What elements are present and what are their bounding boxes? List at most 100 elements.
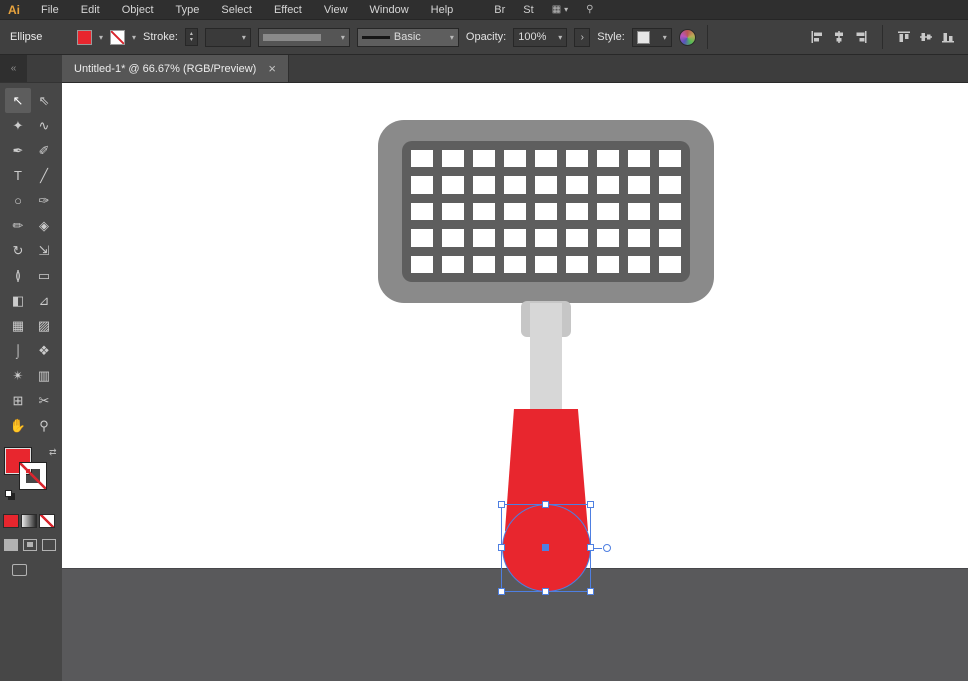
opacity-value: 100% (518, 31, 547, 43)
selection-center-point[interactable] (542, 544, 549, 551)
selection-handle-e[interactable] (587, 544, 594, 551)
align-vertical-top-button[interactable] (894, 27, 914, 47)
selection-tool[interactable]: ↖ (5, 88, 31, 113)
perspective-grid-tool[interactable]: ⊿ (31, 288, 57, 313)
stroke-proxy-swatch[interactable] (19, 462, 47, 490)
width-profile-dropdown[interactable]: ▾ (257, 27, 350, 47)
free-transform-tool[interactable]: ▭ (31, 263, 57, 288)
stock-button[interactable]: St (523, 4, 533, 16)
column-graph-tool[interactable]: ▥ (31, 363, 57, 388)
brush-name: Basic (393, 31, 421, 43)
selection-handle-se[interactable] (587, 588, 594, 595)
masher-grid-shape[interactable] (402, 141, 690, 282)
draw-inside-icon[interactable] (42, 539, 56, 551)
default-fill-stroke-icon[interactable] (5, 490, 12, 497)
menu-window[interactable]: Window (359, 4, 420, 16)
handle-shaft-shape[interactable] (530, 303, 562, 413)
selection-handle-s[interactable] (542, 588, 549, 595)
grid-cell (659, 202, 681, 221)
zoom-tool[interactable]: ⚲ (31, 413, 57, 438)
scale-tool[interactable]: ⇲ (31, 238, 57, 263)
type-tool[interactable]: T (5, 163, 31, 188)
opacity-label[interactable]: Opacity: (466, 31, 506, 43)
menu-list: File Edit Object Type Select Effect View Window… (30, 4, 464, 16)
brush-definition-dropdown[interactable]: Basic ▾ (356, 27, 459, 47)
align-horizontal-center-button[interactable] (829, 27, 849, 47)
selection-handle-n[interactable] (542, 501, 549, 508)
spinner-down-icon[interactable]: ▾ (190, 37, 193, 43)
align-horizontal-right-button[interactable] (851, 27, 871, 47)
magic-wand-tool[interactable]: ✦ (5, 113, 31, 138)
artboard-tool[interactable]: ⊞ (5, 388, 31, 413)
selection-handle-w[interactable] (498, 544, 505, 551)
menu-type[interactable]: Type (165, 4, 211, 16)
draw-normal-icon[interactable] (4, 539, 18, 551)
selection-handle-nw[interactable] (498, 501, 505, 508)
grid-cell (411, 150, 433, 168)
masher-head-shape[interactable] (378, 120, 714, 303)
search-icon[interactable]: ⚲ (586, 4, 593, 15)
workspace-switcher-button[interactable]: ▦ ▾ (552, 4, 568, 15)
width-profile-preview (262, 33, 321, 41)
ellipse-tool[interactable]: ○ (5, 188, 31, 213)
mesh-tool[interactable]: ▦ (5, 313, 31, 338)
screen-mode-icon[interactable] (12, 564, 27, 576)
none-button[interactable] (39, 514, 55, 528)
draw-behind-icon[interactable] (23, 539, 37, 551)
align-horizontal-left-button[interactable] (807, 27, 827, 47)
fill-caret-icon[interactable]: ▾ (99, 33, 103, 42)
bridge-button[interactable]: Br (494, 4, 505, 16)
pen-tool[interactable]: ✒ (5, 138, 31, 163)
align-vertical-center-button[interactable] (916, 27, 936, 47)
stroke-weight-dropdown[interactable]: ▾ (204, 27, 251, 47)
recolor-artwork-icon[interactable] (678, 28, 696, 46)
rotate-tool[interactable]: ↻ (5, 238, 31, 263)
gradient-button[interactable] (21, 514, 37, 528)
stroke-weight-stepper[interactable]: ▴ ▾ (184, 28, 198, 46)
opacity-dropdown[interactable]: 100% ▾ (513, 27, 568, 47)
tool-list: ↖ ⇖ ✦ ∿ ✒ ✐ T ╱ ○ ✑ ✏ ◈ ↻ ⇲ ≬ ▭ ◧ ⊿ ▦ ▨ ⌡ ❖ ✴ ▥ ⊞ ✂ ✋ ⚲ (0, 88, 62, 438)
document-tab[interactable]: Untitled-1* @ 66.67% (RGB/Preview) × (62, 55, 289, 82)
graphic-style-dropdown[interactable]: ▾ (631, 27, 672, 47)
stroke-label[interactable]: Stroke: (143, 31, 178, 43)
panel-expand-button[interactable]: › (574, 27, 591, 47)
menu-object[interactable]: Object (111, 4, 165, 16)
eyedropper-tool[interactable]: ⌡ (5, 338, 31, 363)
gradient-tool[interactable]: ▨ (31, 313, 57, 338)
direct-selection-tool[interactable]: ⇖ (31, 88, 57, 113)
menu-file[interactable]: File (30, 4, 70, 16)
swap-fill-stroke-icon[interactable]: ⇄ (49, 447, 57, 458)
stroke-color-swatch[interactable] (110, 29, 126, 45)
collapse-panel-icon[interactable]: « (0, 55, 27, 82)
blend-tool[interactable]: ❖ (31, 338, 57, 363)
line-segment-tool[interactable]: ╱ (31, 163, 57, 188)
grid-cell (504, 229, 526, 247)
grid-cell (411, 202, 433, 221)
menu-select[interactable]: Select (210, 4, 263, 16)
paintbrush-tool[interactable]: ✑ (31, 188, 57, 213)
close-tab-icon[interactable]: × (268, 61, 276, 76)
color-button[interactable] (3, 514, 19, 528)
grid-cell (659, 176, 681, 194)
selection-handle-sw[interactable] (498, 588, 505, 595)
canvas[interactable] (62, 83, 968, 681)
align-vertical-bottom-button[interactable] (938, 27, 958, 47)
slice-tool[interactable]: ✂ (31, 388, 57, 413)
menu-help[interactable]: Help (420, 4, 465, 16)
symbol-sprayer-tool[interactable]: ✴ (5, 363, 31, 388)
grid-cell (535, 229, 557, 247)
pencil-tool[interactable]: ✏ (5, 213, 31, 238)
selection-handle-ne[interactable] (587, 501, 594, 508)
shaper-tool[interactable]: ◈ (31, 213, 57, 238)
lasso-tool[interactable]: ∿ (31, 113, 57, 138)
curvature-tool[interactable]: ✐ (31, 138, 57, 163)
stroke-caret-icon[interactable]: ▾ (132, 33, 136, 42)
hand-tool[interactable]: ✋ (5, 413, 31, 438)
shape-builder-tool[interactable]: ◧ (5, 288, 31, 313)
menu-edit[interactable]: Edit (70, 4, 111, 16)
width-tool[interactable]: ≬ (5, 263, 31, 288)
menu-effect[interactable]: Effect (263, 4, 313, 16)
rotate-widget-icon[interactable] (603, 544, 611, 552)
fill-color-swatch[interactable] (77, 29, 92, 45)
menu-view[interactable]: View (313, 4, 359, 16)
